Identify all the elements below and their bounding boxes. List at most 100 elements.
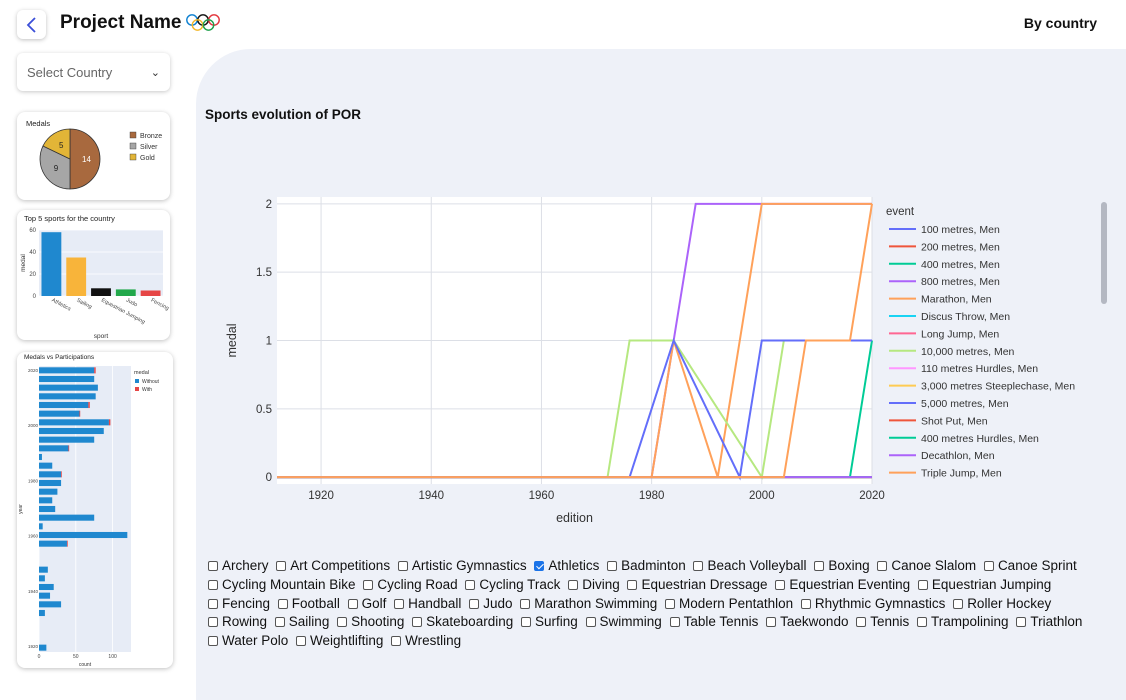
sport-label: Trampolining: [931, 614, 1009, 630]
sport-checkbox-item[interactable]: Fencing: [208, 595, 270, 614]
checkbox[interactable]: [917, 579, 928, 590]
sport-checkbox-item[interactable]: Archery: [208, 557, 269, 576]
sport-checkbox-item[interactable]: Swimming: [585, 613, 662, 632]
sport-checkbox-item[interactable]: Badminton: [607, 557, 686, 576]
checkbox[interactable]: [585, 617, 596, 628]
checkbox[interactable]: [856, 617, 867, 628]
sport-checkbox-item[interactable]: Sailing: [274, 613, 329, 632]
sport-checkbox-item[interactable]: Wrestling: [391, 632, 461, 651]
checkbox[interactable]: [465, 579, 476, 590]
sport-label: Badminton: [621, 558, 686, 573]
sport-checkbox-item[interactable]: Boxing: [814, 557, 870, 576]
sport-checkbox-item[interactable]: Weightlifting: [296, 632, 383, 651]
sport-label: Swimming: [599, 614, 662, 630]
sport-checkbox-item[interactable]: Canoe Slalom: [877, 557, 976, 576]
sport-checkbox-item[interactable]: Marathon Swimming: [520, 595, 657, 614]
sport-label: Athletics: [548, 558, 600, 573]
sport-checkbox-item[interactable]: Diving: [568, 576, 620, 595]
sport-checkbox-item[interactable]: Cycling Road: [363, 576, 458, 595]
checkbox[interactable]: [693, 561, 704, 571]
sport-checkbox-item[interactable]: Skateboarding: [412, 613, 513, 632]
checkbox[interactable]: [276, 561, 287, 571]
checkbox[interactable]: [665, 598, 676, 609]
sport-checkbox-item[interactable]: Water Polo: [208, 632, 288, 651]
sport-label: Canoe Sprint: [997, 558, 1077, 573]
checkbox[interactable]: [208, 636, 218, 647]
sport-checkbox-item[interactable]: Shooting: [337, 613, 404, 632]
checkbox[interactable]: [520, 598, 531, 609]
sport-checkbox-item[interactable]: Trampolining: [917, 613, 1009, 632]
sport-checkbox-item[interactable]: Handball: [394, 595, 461, 614]
sport-checkbox-item[interactable]: Triathlon: [1016, 613, 1082, 632]
checkbox[interactable]: [568, 579, 579, 590]
checkbox[interactable]: [296, 636, 307, 647]
sport-checkbox-item[interactable]: Football: [277, 595, 340, 614]
checkbox[interactable]: [412, 617, 423, 628]
checkbox[interactable]: [391, 636, 402, 647]
x-tick-label: 2000: [749, 490, 775, 502]
checkbox[interactable]: [983, 561, 994, 571]
checkbox[interactable]: [534, 561, 545, 571]
checkbox[interactable]: [363, 579, 374, 590]
y-tick-label: 0.5: [256, 404, 272, 416]
sport-checkbox-item[interactable]: Beach Volleyball: [693, 557, 807, 576]
checkbox[interactable]: [814, 561, 825, 571]
checkbox[interactable]: [800, 598, 811, 609]
legend-label: 5,000 metres, Men: [921, 398, 1009, 410]
sport-label: Rhythmic Gymnastics: [814, 595, 946, 611]
checkbox[interactable]: [274, 617, 285, 628]
checkbox[interactable]: [277, 598, 288, 609]
checkbox[interactable]: [208, 598, 218, 609]
checkbox[interactable]: [337, 617, 348, 628]
legend-label: Marathon, Men: [921, 294, 992, 306]
sport-checkbox-item[interactable]: Judo: [469, 595, 512, 614]
checkbox[interactable]: [953, 598, 964, 609]
sport-checkbox-item[interactable]: Surfing: [521, 613, 578, 632]
checkbox[interactable]: [521, 617, 531, 628]
checkbox[interactable]: [669, 617, 680, 628]
checkbox[interactable]: [917, 617, 928, 628]
checkbox[interactable]: [394, 598, 405, 609]
checkbox[interactable]: [627, 579, 638, 590]
sport-label: Cycling Mountain Bike: [222, 576, 356, 592]
sport-label: Archery: [222, 558, 269, 573]
legend-scrollbar[interactable]: [1101, 202, 1107, 304]
sport-label: Marathon Swimming: [534, 595, 658, 611]
sport-checkbox-item[interactable]: Cycling Track: [465, 576, 560, 595]
sport-checkbox-item[interactable]: Modern Pentathlon: [665, 595, 793, 614]
sport-label: Boxing: [828, 558, 870, 573]
sport-checkbox-item[interactable]: Table Tennis: [669, 613, 758, 632]
sport-checkbox-item[interactable]: Equestrian Eventing: [775, 576, 910, 595]
checkbox[interactable]: [208, 561, 218, 571]
sport-checkbox-item[interactable]: Artistic Gymnastics: [397, 557, 527, 576]
checkbox[interactable]: [347, 598, 358, 609]
checkbox[interactable]: [877, 561, 888, 571]
legend-label: 10,000 metres, Men: [921, 346, 1015, 358]
checkbox[interactable]: [766, 617, 777, 628]
sport-checkbox-item[interactable]: Taekwondo: [766, 613, 848, 632]
sport-checkbox-item[interactable]: Athletics: [534, 557, 599, 576]
sport-checkbox-item[interactable]: Rowing: [208, 613, 267, 632]
legend-title: event: [886, 206, 915, 218]
sport-checkbox-item[interactable]: Golf: [347, 595, 386, 614]
sport-checkbox-item[interactable]: Tennis: [856, 613, 909, 632]
sport-checkbox-item[interactable]: Rhythmic Gymnastics: [800, 595, 946, 614]
sport-label: Fencing: [222, 595, 271, 611]
checkbox[interactable]: [208, 579, 218, 590]
sport-checkbox-item[interactable]: Canoe Sprint: [983, 557, 1077, 576]
checkbox[interactable]: [469, 598, 480, 609]
sport-label: Modern Pentathlon: [679, 595, 794, 611]
sport-checkbox-item[interactable]: Art Competitions: [276, 557, 390, 576]
checkbox[interactable]: [397, 561, 408, 571]
checkbox[interactable]: [607, 561, 618, 571]
sport-label: Diving: [582, 576, 620, 592]
sport-checkbox-item[interactable]: Cycling Mountain Bike: [208, 576, 356, 595]
sport-checkbox-item[interactable]: Equestrian Dressage: [627, 576, 768, 595]
checkbox[interactable]: [1016, 617, 1027, 628]
checkbox[interactable]: [775, 579, 786, 590]
sport-checkbox-item[interactable]: Equestrian Jumping: [917, 576, 1052, 595]
sport-label: Equestrian Jumping: [931, 576, 1052, 592]
sport-checkbox-item[interactable]: Roller Hockey: [953, 595, 1051, 614]
sport-label: Taekwondo: [780, 614, 849, 630]
checkbox[interactable]: [208, 617, 218, 628]
